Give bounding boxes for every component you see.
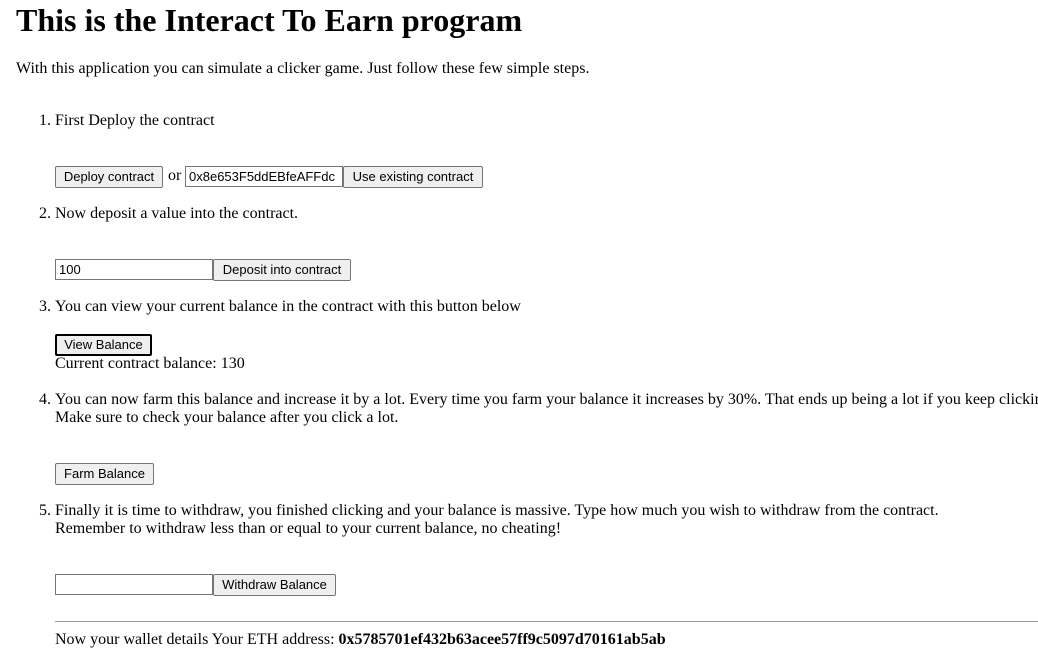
or-text: or — [168, 167, 182, 184]
farm-balance-button[interactable]: Farm Balance — [55, 463, 154, 485]
step-1-text: First Deploy the contract — [55, 112, 215, 129]
step-1-number: 1. — [39, 112, 51, 129]
step-5-number: 5. — [39, 502, 51, 519]
intro-text: With this application you can simulate a… — [16, 60, 590, 77]
deploy-contract-button[interactable]: Deploy contract — [55, 166, 163, 188]
page-title: This is the Interact To Earn program — [16, 2, 523, 38]
divider — [55, 621, 1038, 622]
deposit-amount-input[interactable]: 100 — [55, 259, 213, 280]
step-4-number: 4. — [39, 391, 51, 408]
step-5-text-line2: Remember to withdraw less than or equal … — [55, 520, 562, 537]
view-balance-button[interactable]: View Balance — [55, 334, 152, 356]
eth-address: 0x5785701ef432b63acee57ff9c5097d70161ab5… — [338, 631, 666, 648]
wallet-label: Now your wallet details Your ETH address… — [55, 631, 335, 648]
withdraw-balance-button[interactable]: Withdraw Balance — [213, 574, 336, 596]
step-3-number: 3. — [39, 298, 51, 315]
step-5-text-line1: Finally it is time to withdraw, you fini… — [55, 502, 939, 519]
use-existing-contract-button[interactable]: Use existing contract — [343, 166, 483, 188]
step-2-number: 2. — [39, 205, 51, 222]
deposit-into-contract-button[interactable]: Deposit into contract — [213, 259, 351, 281]
contract-address-input[interactable]: 0x8e653F5ddEBfeAFFdc — [185, 166, 343, 187]
step-3-text: You can view your current balance in the… — [55, 298, 521, 315]
step-2-text: Now deposit a value into the contract. — [55, 205, 299, 222]
withdraw-amount-input[interactable] — [55, 574, 213, 595]
current-balance-text: Current contract balance: 130 — [55, 355, 245, 373]
step-4-text-line1: You can now farm this balance and increa… — [55, 391, 1038, 408]
current-balance-value: 130 — [220, 355, 245, 372]
wallet-details: Now your wallet details Your ETH address… — [55, 631, 666, 648]
current-balance-label: Current contract balance: — [55, 355, 217, 372]
step-4-text-line2: Make sure to check your balance after yo… — [55, 409, 399, 426]
